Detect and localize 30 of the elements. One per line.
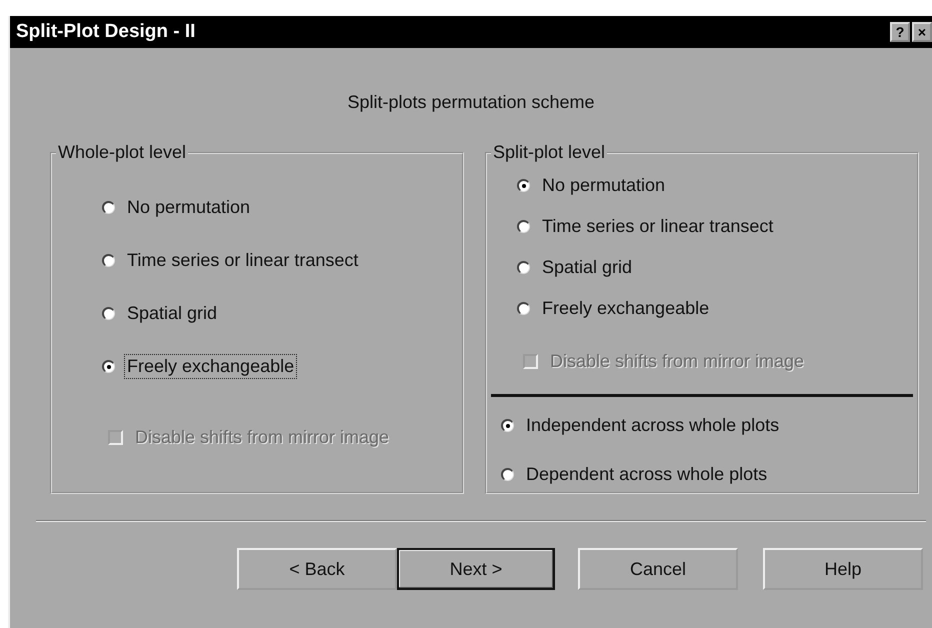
dialog-button[interactable]: Cancel (578, 548, 738, 590)
radio-button[interactable] (102, 307, 115, 320)
radio-button[interactable] (517, 179, 530, 192)
radio-label[interactable]: Freely exchangeable (124, 354, 298, 379)
dialog-button[interactable]: < Back (237, 548, 397, 590)
dialog-button[interactable]: Help (763, 548, 923, 590)
radio-label[interactable]: Freely exchangeable (539, 296, 712, 321)
radio-label[interactable]: No permutation (124, 195, 254, 220)
radio-button[interactable] (517, 261, 530, 274)
group-title: Split-plot level (492, 142, 606, 163)
radio-label[interactable]: Spatial grid (539, 255, 636, 280)
dialog-button[interactable]: Next > (397, 548, 555, 590)
radio-button[interactable] (501, 419, 514, 432)
radio-button[interactable] (102, 360, 115, 373)
radio-button[interactable] (517, 302, 530, 315)
radio-label[interactable]: Independent across whole plots (523, 413, 782, 438)
radio-label[interactable]: Spatial grid (124, 301, 220, 326)
radio-button[interactable] (517, 220, 530, 233)
group-title: Whole-plot level (57, 142, 188, 163)
radio-label[interactable]: Time series or linear transect (124, 248, 362, 273)
dialog-heading: Split-plots permutation scheme (346, 91, 596, 114)
radio-button[interactable] (102, 201, 115, 214)
radio-label[interactable]: Time series or linear transect (539, 214, 776, 239)
radio-label[interactable]: No permutation (539, 173, 668, 198)
window-title: Split-Plot Design - II (16, 21, 196, 43)
help-button[interactable]: ? (890, 22, 910, 42)
close-button[interactable]: × (912, 22, 932, 42)
radio-button[interactable] (501, 468, 514, 481)
radio-button[interactable] (102, 254, 115, 267)
radio-label[interactable]: Dependent across whole plots (523, 462, 770, 487)
